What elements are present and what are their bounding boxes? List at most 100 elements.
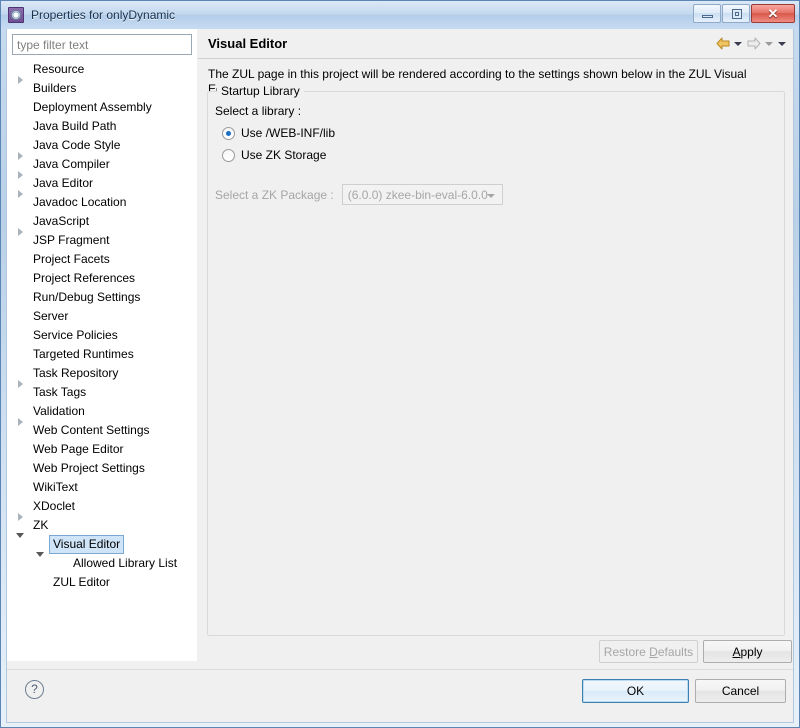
tree-item[interactable]: Service Policies — [7, 326, 196, 345]
properties-gear-icon — [8, 7, 24, 23]
tree-item-label: Java Code Style — [29, 136, 124, 155]
tree-item-label: Resource — [29, 60, 88, 79]
back-arrow-icon[interactable] — [716, 37, 730, 50]
tree-item[interactable]: Run/Debug Settings — [7, 288, 196, 307]
zk-package-label: Select a ZK Package : — [215, 188, 334, 202]
view-menu-chevron-down-icon[interactable] — [778, 37, 787, 50]
tree-item[interactable]: Project Facets — [7, 250, 196, 269]
tree-item[interactable]: Validation — [7, 402, 196, 421]
properties-dialog-window: Properties for onlyDynamic ✕ ResourceBui… — [0, 0, 800, 728]
tree-item-label: Web Project Settings — [29, 459, 149, 478]
apply-button[interactable]: Apply — [703, 640, 792, 663]
tree-item[interactable]: JSP Fragment — [7, 231, 196, 250]
tree-item[interactable]: Builders — [7, 79, 196, 98]
page-title: Visual Editor — [208, 36, 287, 51]
maximize-icon — [732, 9, 742, 19]
tree-item[interactable]: Targeted Runtimes — [7, 345, 196, 364]
settings-tree-panel: ResourceBuildersDeployment AssemblyJava … — [7, 29, 197, 661]
tree-item-label: ZUL Editor — [49, 573, 114, 592]
tree-item[interactable]: Visual Editor — [7, 535, 196, 554]
tree-item-label: Project References — [29, 269, 139, 288]
tree-item[interactable]: Javadoc Location — [7, 193, 196, 212]
minimize-button[interactable] — [693, 4, 721, 23]
settings-tree[interactable]: ResourceBuildersDeployment AssemblyJava … — [7, 60, 196, 660]
close-icon: ✕ — [752, 5, 794, 22]
tree-item-label: Allowed Library List — [69, 554, 181, 573]
forward-menu-chevron-down-icon[interactable] — [765, 37, 774, 50]
tree-item-label: Visual Editor — [49, 535, 124, 554]
tree-item[interactable]: Web Page Editor — [7, 440, 196, 459]
radio-indicator-icon — [222, 127, 235, 140]
tree-item-label: Builders — [29, 79, 80, 98]
tree-item-label: JavaScript — [29, 212, 93, 231]
dialog-client-area: ResourceBuildersDeployment AssemblyJava … — [6, 29, 794, 723]
zk-package-row: Select a ZK Package : (6.0.0) zkee-bin-e… — [215, 184, 503, 205]
tree-item[interactable]: Web Content Settings — [7, 421, 196, 440]
radio-use-zk-storage[interactable]: Use ZK Storage — [222, 148, 326, 162]
tree-item-label: Web Content Settings — [29, 421, 154, 440]
tree-item-label: JSP Fragment — [29, 231, 113, 250]
tree-item-label: Project Facets — [29, 250, 114, 269]
maximize-button[interactable] — [722, 4, 750, 23]
close-button[interactable]: ✕ — [751, 4, 795, 23]
settings-page-panel: Visual Editor — [198, 29, 793, 661]
filter-input[interactable] — [12, 34, 192, 55]
radio-label: Use /WEB-INF/lib — [241, 126, 335, 140]
tree-item-label: WikiText — [29, 478, 82, 497]
cancel-button[interactable]: Cancel — [695, 679, 786, 703]
radio-label: Use ZK Storage — [241, 148, 326, 162]
tree-item[interactable]: ZK — [7, 516, 196, 535]
tree-item[interactable]: Task Tags — [7, 383, 196, 402]
tree-item[interactable]: Deployment Assembly — [7, 98, 196, 117]
tree-item[interactable]: Java Build Path — [7, 117, 196, 136]
back-menu-chevron-down-icon[interactable] — [734, 37, 743, 50]
tree-item-label: Validation — [29, 402, 89, 421]
tree-item-label: ZK — [29, 516, 52, 535]
restore-defaults-text-after: efaults — [658, 645, 693, 659]
page-nav-icons — [716, 37, 787, 50]
title-bar: Properties for onlyDynamic ✕ — [1, 1, 799, 29]
tree-item-label: Deployment Assembly — [29, 98, 156, 117]
tree-item-label: XDoclet — [29, 497, 79, 516]
window-title: Properties for onlyDynamic — [31, 8, 175, 22]
tree-item[interactable]: Web Project Settings — [7, 459, 196, 478]
tree-item-label: Server — [29, 307, 72, 326]
zk-package-select[interactable]: (6.0.0) zkee-bin-eval-6.0.0 — [342, 184, 503, 205]
tree-item[interactable]: WikiText — [7, 478, 196, 497]
startup-library-group: Startup Library Select a library : Use /… — [207, 91, 785, 636]
tree-item[interactable]: Task Repository — [7, 364, 196, 383]
tree-item[interactable]: Java Code Style — [7, 136, 196, 155]
select-library-label: Select a library : — [215, 104, 301, 118]
tree-item[interactable]: Java Compiler — [7, 155, 196, 174]
tree-item[interactable]: JavaScript — [7, 212, 196, 231]
tree-item[interactable]: Resource — [7, 60, 196, 79]
tree-item[interactable]: Server — [7, 307, 196, 326]
tree-item-label: Java Build Path — [29, 117, 120, 136]
ok-button[interactable]: OK — [582, 679, 689, 703]
restore-defaults-text-before: Restore — [604, 645, 649, 659]
tree-item-label: Web Page Editor — [29, 440, 128, 459]
tree-item[interactable]: ZUL Editor — [7, 573, 196, 592]
chevron-down-icon — [487, 194, 495, 198]
restore-defaults-button[interactable]: Restore Defaults — [599, 640, 698, 663]
tree-item-label: Java Compiler — [29, 155, 114, 174]
tree-item-label: Javadoc Location — [29, 193, 130, 212]
tree-item-label: Java Editor — [29, 174, 97, 193]
tree-item[interactable]: Java Editor — [7, 174, 196, 193]
restore-defaults-mnemonic: D — [649, 645, 658, 659]
apply-text-after: pply — [741, 645, 763, 659]
help-icon[interactable]: ? — [25, 680, 44, 699]
tree-item-label: Task Repository — [29, 364, 122, 383]
tree-item-label: Run/Debug Settings — [29, 288, 144, 307]
forward-arrow-icon — [747, 37, 761, 50]
zk-package-value: (6.0.0) zkee-bin-eval-6.0.0 — [343, 188, 488, 202]
tree-item-label: Task Tags — [29, 383, 90, 402]
dialog-footer: ? OK Cancel — [7, 669, 793, 721]
radio-use-web-inf-lib[interactable]: Use /WEB-INF/lib — [222, 126, 335, 140]
tree-item[interactable]: Allowed Library List — [7, 554, 196, 573]
tree-item[interactable]: Project References — [7, 269, 196, 288]
tree-item-label: Targeted Runtimes — [29, 345, 138, 364]
tree-item[interactable]: XDoclet — [7, 497, 196, 516]
page-header: Visual Editor — [198, 29, 793, 59]
tree-item-label: Service Policies — [29, 326, 122, 345]
